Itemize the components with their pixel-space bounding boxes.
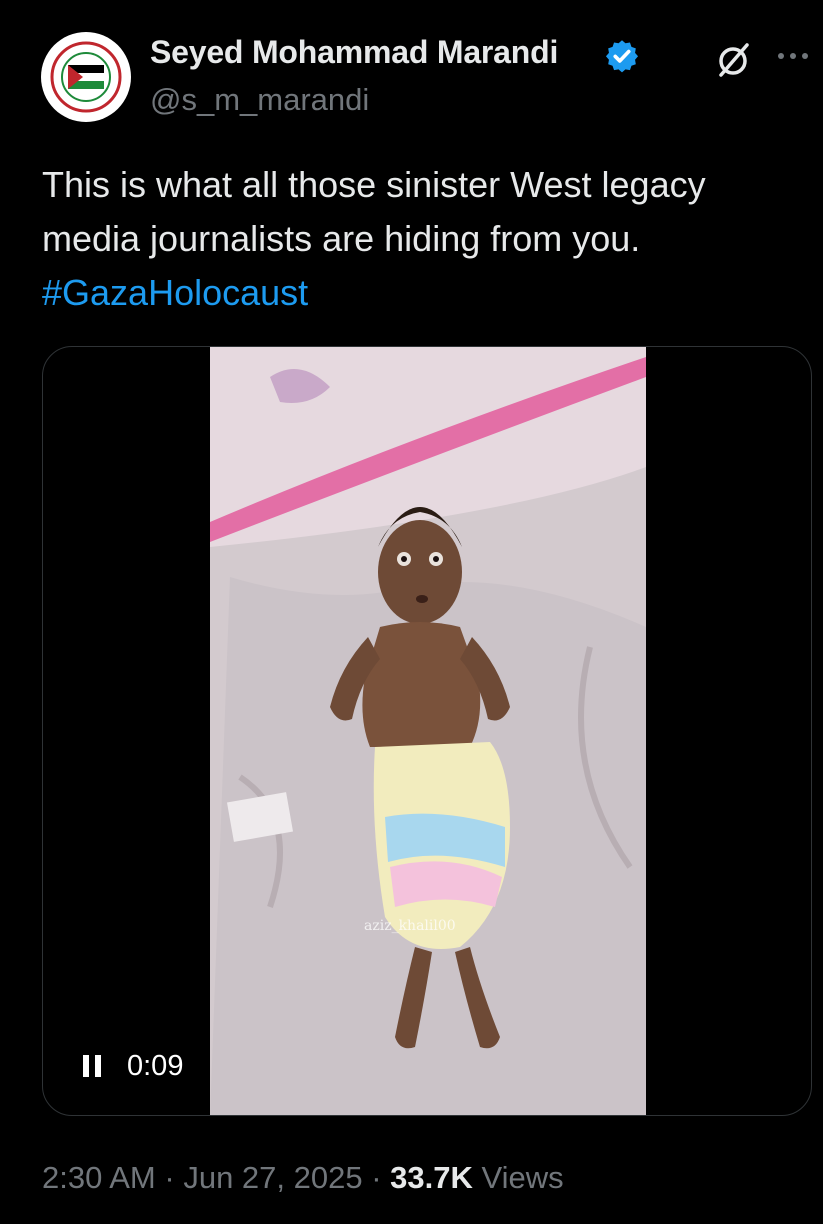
tweet-time[interactable]: 2:30 AM xyxy=(42,1160,156,1195)
video-frame[interactable]: aziz_khalil00 xyxy=(210,347,646,1115)
views-label: Views xyxy=(481,1160,564,1195)
views-count: 33.7K xyxy=(390,1160,473,1195)
grok-icon[interactable] xyxy=(712,38,756,82)
pause-bar xyxy=(83,1055,89,1077)
tweet-text: This is what all those sinister West leg… xyxy=(42,158,802,320)
display-name[interactable]: Seyed Mohammad Marandi xyxy=(150,34,558,71)
hashtag-link[interactable]: #GazaHolocaust xyxy=(42,266,802,320)
video-elapsed-time: 0:09 xyxy=(127,1050,184,1082)
meta-separator: · xyxy=(371,1160,382,1195)
pause-icon[interactable] xyxy=(83,1053,105,1079)
tweet-meta: 2:30 AM · Jun 27, 2025 · 33.7K Views xyxy=(42,1160,564,1196)
avatar[interactable] xyxy=(41,32,131,122)
meta-separator: · xyxy=(164,1160,175,1195)
video-still-image xyxy=(210,347,646,1115)
pause-bar xyxy=(95,1055,101,1077)
video-player[interactable]: aziz_khalil00 0:09 xyxy=(42,346,812,1116)
tweet-text-line: This is what all those sinister West leg… xyxy=(42,164,706,205)
tweet-text-line: media journalists are hiding from you. xyxy=(42,218,641,259)
save-gaza-logo xyxy=(50,41,122,113)
user-handle[interactable]: @s_m_marandi xyxy=(150,82,369,118)
tweet-date[interactable]: Jun 27, 2025 xyxy=(183,1160,362,1195)
more-icon[interactable] xyxy=(774,44,814,68)
verified-badge-icon xyxy=(605,40,639,73)
video-watermark: aziz_khalil00 xyxy=(364,918,456,934)
